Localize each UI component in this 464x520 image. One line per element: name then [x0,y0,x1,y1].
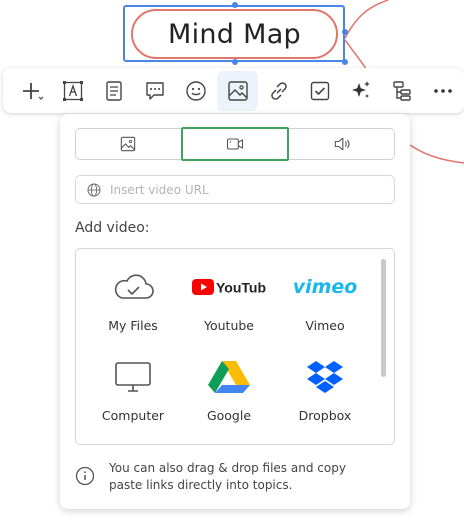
monitor-icon [115,362,151,392]
source-google[interactable]: Google [181,357,277,437]
google-drive-logo [208,361,250,393]
selection-handle[interactable] [342,29,348,35]
video-icon [226,138,244,150]
source-youtube[interactable]: YouTube Youtube [181,267,277,347]
note-button[interactable] [93,71,134,111]
speaker-icon [334,137,350,151]
globe-icon [87,183,101,196]
central-topic[interactable]: Mind Map [131,9,338,59]
image-icon [227,80,248,101]
comment-button[interactable] [135,71,176,111]
task-button[interactable] [299,71,340,111]
more-button[interactable] [423,71,464,111]
tab-audio[interactable] [289,129,394,159]
info-icon [75,466,95,486]
comment-icon [146,81,164,100]
ai-button[interactable] [341,71,382,111]
add-topic-button[interactable] [11,71,52,111]
selection-handle[interactable] [232,59,238,65]
vimeo-logo-text: vimeo [293,276,357,298]
sources-scrollbar[interactable] [381,259,386,377]
checkbox-icon [310,81,330,100]
youtube-logo-text: YouTube [216,280,266,296]
source-label: Dropbox [298,408,352,423]
emoji-button[interactable] [176,71,217,111]
source-label: Computer [101,408,165,423]
source-computer[interactable]: Computer [85,357,181,437]
cloud-icon [114,274,154,299]
video-url-input[interactable] [108,181,382,198]
dropbox-logo [307,361,343,393]
source-dropbox[interactable]: Dropbox [277,357,373,437]
tab-image[interactable] [76,129,181,159]
central-topic-title: Mind Map [167,18,301,50]
source-label: Youtube [204,318,254,333]
source-label: My Files [108,318,158,333]
image-icon [121,136,136,152]
plus-dropdown-icon [22,82,44,100]
selection-handle[interactable] [342,59,348,65]
sparkle-icon [352,80,371,98]
structure-icon [393,80,411,101]
video-sources-list: My Files YouTube Youtube vimeo Vimeo [75,248,395,445]
tab-video[interactable] [180,127,290,161]
drag-drop-note: You can also drag & drop files and copy … [109,461,346,492]
source-label: Google [206,408,252,423]
link-icon [270,81,287,100]
media-type-tabs [75,127,395,161]
topic-toolbar [3,68,464,113]
link-button[interactable] [258,71,299,111]
selection-handle[interactable] [232,2,238,8]
source-my-files[interactable]: My Files [85,267,181,347]
structure-button[interactable] [382,71,423,111]
drag-drop-hint: You can also drag & drop files and copy … [75,460,395,500]
image-button[interactable] [216,70,259,111]
video-url-field [75,175,395,204]
text-frame-icon [62,80,83,101]
youtube-logo: YouTube [192,279,266,296]
source-label: Vimeo [305,318,345,333]
add-video-label: Add video: [75,220,150,236]
insert-media-panel: Add video: My Files YouTube Youtube vime… [60,114,410,509]
smiley-icon [186,80,207,101]
text-button[interactable] [52,71,93,111]
source-vimeo[interactable]: vimeo Vimeo [277,267,373,347]
more-icon [434,88,453,93]
note-icon [106,80,122,101]
vimeo-logo: vimeo [293,276,357,298]
